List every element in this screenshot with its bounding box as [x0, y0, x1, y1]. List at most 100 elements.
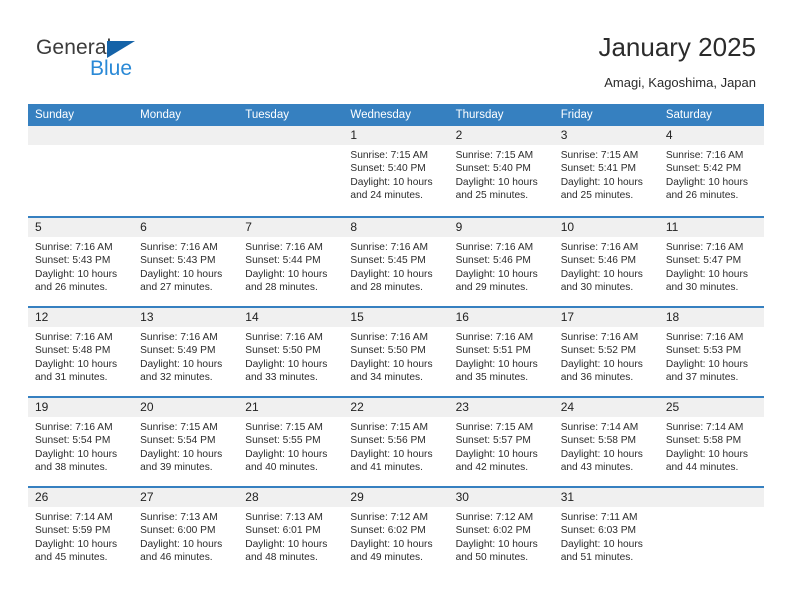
day-cell-11[interactable]: 11 Sunrise: 7:16 AM Sunset: 5:47 PM Dayligh… — [658, 218, 764, 306]
date-band: 31 — [553, 488, 659, 507]
date-number: 20 — [140, 400, 154, 414]
sunrise-text: Sunrise: 7:16 AM — [665, 332, 744, 343]
sunset-text: Sunset: 6:02 PM — [350, 525, 426, 537]
day-cell-20[interactable]: 20 Sunrise: 7:15 AM Sunset: 5:54 PM Dayligh… — [133, 398, 239, 486]
day-cell-5[interactable]: 5 Sunrise: 7:16 AM Sunset: 5:43 PM Daylight… — [28, 218, 134, 306]
sunrise-text: Sunrise: 7:15 AM — [245, 422, 323, 433]
sunrise-text: Sunrise: 7:15 AM — [350, 150, 429, 161]
daylight-text-line2: and 35 minutes. — [455, 371, 529, 383]
daylight-text-line1: Daylight: 10 hours — [665, 268, 748, 280]
day-cell-1[interactable]: 1 Sunrise: 7:15 AM Sunset: 5:40 PM Daylight… — [343, 126, 449, 216]
day-cell-6[interactable]: 6 Sunrise: 7:16 AM Sunset: 5:43 PM Daylight… — [133, 218, 239, 306]
sunrise-text: Sunrise: 7:16 AM — [455, 332, 534, 343]
day-cell-22[interactable]: 22 Sunrise: 7:15 AM Sunset: 5:56 PM Dayligh… — [343, 398, 449, 486]
sunset-text: Sunset: 5:58 PM — [560, 435, 637, 447]
date-band: 20 — [133, 398, 239, 417]
date-number: 8 — [350, 220, 358, 234]
day-cell-24[interactable]: 24 Sunrise: 7:14 AM Sunset: 5:58 PM Dayligh… — [553, 398, 659, 486]
day-cell-26[interactable]: 26 Sunrise: 7:14 AM Sunset: 5:59 PM Dayligh… — [28, 488, 134, 576]
sunrise-text: Sunrise: 7:16 AM — [665, 150, 744, 161]
date-band: 7 — [238, 218, 344, 237]
calendar-grid: Sunday Monday Tuesday Wednesday Thursday Frid… — [28, 104, 764, 576]
daylight-text-line1: Daylight: 10 hours — [350, 538, 433, 550]
day-cell-27[interactable]: 27 Sunrise: 7:13 AM Sunset: 6:00 PM Dayligh… — [133, 488, 239, 576]
sunrise-text: Sunrise: 7:16 AM — [140, 242, 218, 253]
daylight-text-line2: and 46 minutes. — [140, 551, 213, 563]
day-cell-30[interactable]: 30 Sunrise: 7:12 AM Sunset: 6:02 PM Dayligh… — [448, 488, 554, 576]
daylight-text-line1: Daylight: 10 hours — [455, 448, 538, 460]
date-number: 4 — [665, 128, 673, 142]
calendar-page: General Blue January 2025 Amagi, Kagoshi… — [0, 0, 792, 612]
date-number: 18 — [665, 310, 680, 324]
day-details: Sunrise: 7:15 AM Sunset: 5:57 PM Daylight:… — [449, 417, 554, 474]
date-band — [133, 126, 239, 145]
day-cell-16[interactable]: 16 Sunrise: 7:16 AM Sunset: 5:51 PM Dayligh… — [448, 308, 554, 396]
page-title: January 2025 — [598, 32, 756, 62]
daylight-text-line2: and 30 minutes. — [665, 281, 739, 293]
weekday-header-row: Sunday Monday Tuesday Wednesday Thursday Frid… — [28, 104, 764, 126]
daylight-text-line1: Daylight: 10 hours — [245, 268, 328, 280]
day-cell-14[interactable]: 14 Sunrise: 7:16 AM Sunset: 5:50 PM Dayligh… — [238, 308, 344, 396]
page-subtitle: Amagi, Kagoshima, Japan — [604, 75, 756, 90]
date-number: 11 — [665, 220, 679, 234]
date-band: 27 — [133, 488, 239, 507]
sunset-text: Sunset: 5:54 PM — [35, 435, 111, 447]
day-cell-31[interactable]: 31 Sunrise: 7:11 AM Sunset: 6:03 PM Dayligh… — [553, 488, 659, 576]
date-band: 23 — [448, 398, 554, 417]
day-details: Sunrise: 7:12 AM Sunset: 6:02 PM Daylight:… — [343, 507, 448, 564]
day-cell-18[interactable]: 18 Sunrise: 7:16 AM Sunset: 5:53 PM Dayligh… — [658, 308, 764, 396]
sunset-text: Sunset: 5:53 PM — [665, 345, 742, 357]
day-details: Sunrise: 7:16 AM Sunset: 5:53 PM Daylight:… — [659, 327, 764, 384]
daylight-text-line2: and 32 minutes. — [140, 371, 213, 383]
day-cell-4[interactable]: 4 Sunrise: 7:16 AM Sunset: 5:42 PM Daylight… — [658, 126, 764, 216]
daylight-text-line1: Daylight: 10 hours — [245, 538, 328, 550]
sunrise-text: Sunrise: 7:15 AM — [140, 422, 218, 433]
weekday-header-saturday: Saturday — [665, 109, 712, 121]
day-cell-23[interactable]: 23 Sunrise: 7:15 AM Sunset: 5:57 PM Dayligh… — [448, 398, 554, 486]
daylight-text-line1: Daylight: 10 hours — [140, 538, 223, 550]
day-cell-7[interactable]: 7 Sunrise: 7:16 AM Sunset: 5:44 PM Daylight… — [238, 218, 344, 306]
day-cell-28[interactable]: 28 Sunrise: 7:13 AM Sunset: 6:01 PM Dayligh… — [238, 488, 344, 576]
daylight-text-line2: and 28 minutes. — [350, 281, 423, 293]
date-band: 5 — [28, 218, 134, 237]
day-cell-29[interactable]: 29 Sunrise: 7:12 AM Sunset: 6:02 PM Dayligh… — [343, 488, 449, 576]
sunset-text: Sunset: 5:56 PM — [350, 435, 426, 447]
sunrise-text: Sunrise: 7:13 AM — [140, 512, 218, 523]
day-cell-15[interactable]: 15 Sunrise: 7:16 AM Sunset: 5:50 PM Dayligh… — [343, 308, 449, 396]
daylight-text-line2: and 41 minutes. — [350, 461, 423, 473]
day-cell-3[interactable]: 3 Sunrise: 7:15 AM Sunset: 5:41 PM Daylight… — [553, 126, 659, 216]
daylight-text-line2: and 50 minutes. — [455, 551, 529, 563]
date-number: 15 — [350, 310, 364, 324]
day-cell-2[interactable]: 2 Sunrise: 7:15 AM Sunset: 5:40 PM Daylight… — [448, 126, 554, 216]
sunset-text: Sunset: 6:02 PM — [455, 525, 531, 537]
day-cell-10[interactable]: 10 Sunrise: 7:16 AM Sunset: 5:46 PM Dayligh… — [553, 218, 659, 306]
daylight-text-line1: Daylight: 10 hours — [455, 538, 538, 550]
date-number: 6 — [140, 220, 147, 234]
date-number: 14 — [245, 310, 259, 324]
date-number: 24 — [560, 400, 575, 414]
day-cell-empty — [658, 488, 764, 576]
daylight-text-line1: Daylight: 10 hours — [560, 538, 643, 550]
day-cell-13[interactable]: 13 Sunrise: 7:16 AM Sunset: 5:49 PM Dayligh… — [133, 308, 239, 396]
day-cell-19[interactable]: 19 Sunrise: 7:16 AM Sunset: 5:54 PM Dayligh… — [28, 398, 134, 486]
date-number: 17 — [560, 310, 575, 324]
date-band: 17 — [553, 308, 659, 327]
sunrise-text: Sunrise: 7:16 AM — [35, 422, 113, 433]
day-cell-21[interactable]: 21 Sunrise: 7:15 AM Sunset: 5:55 PM Dayligh… — [238, 398, 344, 486]
day-cell-17[interactable]: 17 Sunrise: 7:16 AM Sunset: 5:52 PM Dayligh… — [553, 308, 659, 396]
day-details: Sunrise: 7:16 AM Sunset: 5:46 PM Daylight:… — [449, 237, 554, 294]
day-cell-25[interactable]: 25 Sunrise: 7:14 AM Sunset: 5:58 PM Dayligh… — [658, 398, 764, 486]
general-blue-logo[interactable]: General Blue — [36, 36, 216, 84]
day-details: Sunrise: 7:15 AM Sunset: 5:54 PM Daylight:… — [133, 417, 238, 474]
day-details: Sunrise: 7:16 AM Sunset: 5:46 PM Daylight:… — [554, 237, 659, 294]
day-details: Sunrise: 7:16 AM Sunset: 5:49 PM Daylight:… — [133, 327, 238, 384]
daylight-text-line2: and 51 minutes. — [560, 551, 634, 563]
day-details: Sunrise: 7:16 AM Sunset: 5:43 PM Daylight:… — [28, 237, 133, 294]
day-details: Sunrise: 7:16 AM Sunset: 5:43 PM Daylight:… — [133, 237, 238, 294]
day-cell-8[interactable]: 8 Sunrise: 7:16 AM Sunset: 5:45 PM Daylight… — [343, 218, 449, 306]
day-cell-9[interactable]: 9 Sunrise: 7:16 AM Sunset: 5:46 PM Daylight… — [448, 218, 554, 306]
day-details: Sunrise: 7:16 AM Sunset: 5:48 PM Daylight:… — [28, 327, 133, 384]
day-cell-12[interactable]: 12 Sunrise: 7:16 AM Sunset: 5:48 PM Dayligh… — [28, 308, 134, 396]
sunset-text: Sunset: 5:46 PM — [455, 255, 531, 267]
daylight-text-line1: Daylight: 10 hours — [35, 268, 118, 280]
